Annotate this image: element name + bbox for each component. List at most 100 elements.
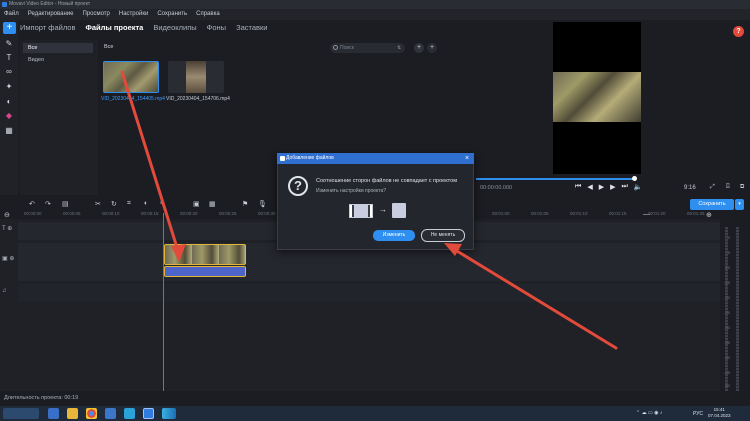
language-indicator[interactable]: РУС — [693, 411, 703, 417]
menu-settings[interactable]: Настройки — [119, 9, 148, 20]
target-aspect-icon — [392, 203, 406, 218]
tray-icons[interactable]: ⌃ ☁ ▭ ◉ ♪ — [636, 410, 662, 416]
audio-clip[interactable] — [164, 266, 246, 277]
meter-label: -5 — [726, 250, 730, 255]
file-item[interactable] — [168, 61, 224, 93]
skip-forward-icon[interactable]: ⏭ — [621, 183, 627, 191]
category-all[interactable]: Все — [23, 43, 93, 53]
app-icon[interactable] — [124, 408, 135, 419]
microphone-icon[interactable]: 🎙 — [258, 200, 267, 208]
ruler-tick: 00:01:20 — [648, 211, 666, 216]
file-item[interactable] — [103, 61, 159, 93]
tab-video-clips[interactable]: Видеоклипы — [153, 22, 196, 34]
playback-progress[interactable] — [476, 178, 634, 180]
explorer-icon[interactable] — [67, 408, 78, 419]
search-icon — [333, 45, 338, 50]
menu-help[interactable]: Справка — [196, 9, 220, 20]
marker-icon[interactable]: ⚑ — [242, 200, 248, 208]
ruler-tick: 00:01:25 — [687, 211, 705, 216]
start-widget[interactable] — [3, 408, 39, 419]
media-icon[interactable]: ▦ — [209, 200, 216, 208]
detach-icon[interactable]: ⧉ — [740, 184, 744, 191]
tab-intros[interactable]: Заставки — [236, 22, 267, 34]
play-icon[interactable]: ▶ — [599, 183, 604, 191]
more-tools-icon[interactable]: ▦ — [4, 126, 14, 136]
progress-knob[interactable] — [632, 176, 637, 181]
video-editor-taskbar-icon[interactable] — [143, 408, 154, 419]
chrome-icon[interactable] — [86, 408, 97, 419]
ruler-tick: 00:00:20 — [180, 211, 198, 216]
menu-edit[interactable]: Редактирование — [28, 9, 74, 20]
dialog-question: Изменить настройки проекта? — [316, 188, 387, 194]
search-input[interactable]: Поиск — [330, 43, 405, 53]
crop-icon[interactable]: ⌗ — [127, 200, 131, 208]
status-bar: Длительность проекта: 00:19 — [0, 391, 750, 406]
dialog-app-icon — [280, 156, 285, 161]
help-button[interactable]: ? — [733, 26, 744, 37]
step-back-icon[interactable]: ◀ — [587, 183, 592, 191]
change-settings-button[interactable]: Изменить — [373, 230, 415, 241]
clock[interactable]: 15:41 07.04.2023 — [708, 407, 731, 419]
filter-icon[interactable]: ⇅ — [397, 45, 401, 51]
dialog-close-icon[interactable]: × — [462, 153, 472, 164]
menu-save[interactable]: Сохранить — [157, 9, 187, 20]
text-track-icon[interactable]: T ⊕ — [2, 225, 12, 232]
music-track-icon[interactable]: ♫ — [2, 288, 7, 294]
delete-icon[interactable]: ▤ — [62, 200, 69, 208]
cut-icon[interactable]: ✂ — [95, 200, 101, 208]
video-track-icon[interactable]: ▣ ⊕ — [2, 255, 14, 262]
question-icon: ? — [288, 176, 308, 196]
audio-track[interactable] — [18, 284, 720, 302]
category-panel: Все Видео — [20, 40, 98, 195]
clip-properties-icon[interactable]: ▣ — [193, 200, 200, 208]
tab-project-files[interactable]: Файлы проекта — [85, 22, 143, 34]
tab-import[interactable]: Импорт файлов — [20, 22, 75, 34]
color-icon[interactable]: ◐ — [144, 200, 148, 207]
add-folder-button[interactable]: + — [414, 43, 424, 53]
ruler-tick: 00:00:25 — [219, 211, 237, 216]
add-media-button[interactable]: + — [3, 22, 16, 34]
skip-back-icon[interactable]: ⏮ — [575, 183, 581, 191]
menu-view[interactable]: Просмотр — [82, 9, 109, 20]
step-forward-icon[interactable]: ▶ — [610, 183, 615, 191]
playhead[interactable] — [163, 213, 164, 391]
meter-label: -50 — [724, 383, 730, 388]
file-thumbnail[interactable] — [168, 61, 224, 93]
text-icon[interactable]: T — [4, 53, 14, 63]
pen-icon[interactable]: ✎ — [4, 39, 14, 49]
redo-icon[interactable]: ↷ — [45, 200, 51, 208]
zoom-out-icon[interactable]: ⊖ — [4, 211, 10, 219]
volume-icon[interactable]: 🔈 — [634, 183, 643, 191]
aspect-ratio-select[interactable]: 9:16 — [684, 185, 696, 191]
rotate-icon[interactable]: ↻ — [111, 200, 117, 208]
keep-settings-button[interactable]: Не менять — [421, 229, 465, 242]
stickers-icon[interactable]: ◆ — [4, 111, 14, 121]
tab-backgrounds[interactable]: Фоны — [207, 22, 226, 34]
undo-icon[interactable]: ↶ — [29, 200, 35, 208]
media-tabs: Импорт файлов Файлы проекта Видеоклипы Ф… — [20, 22, 268, 34]
file-thumbnail[interactable] — [103, 61, 159, 93]
menu-file[interactable]: Файл — [4, 9, 19, 20]
save-button[interactable]: Сохранить — [690, 199, 734, 210]
snapshot-icon[interactable]: ⌼ — [726, 184, 730, 191]
category-video[interactable]: Видео — [23, 55, 93, 65]
filter-icon[interactable]: ◐ — [4, 97, 14, 107]
video-clip[interactable] — [164, 244, 246, 265]
word-icon[interactable] — [105, 408, 116, 419]
ruler-tick: 00:00:00 — [24, 211, 42, 216]
meter-label: -15 — [724, 280, 730, 285]
meter-label: -30 — [724, 325, 730, 330]
browser-icon[interactable] — [162, 408, 176, 419]
save-options-icon[interactable]: ▾ — [735, 199, 744, 210]
ruler-tick: 00:01:15 — [609, 211, 627, 216]
fullscreen-icon[interactable]: ⤢ — [710, 184, 715, 191]
transition-icon[interactable]: ∞ — [4, 67, 14, 77]
preview-frame — [553, 72, 641, 122]
clock-date: 07.04.2023 — [708, 413, 731, 418]
meter-bar-right — [736, 227, 739, 391]
windows-start-icon[interactable] — [48, 408, 59, 419]
adjust-icon[interactable]: ≡ — [160, 200, 164, 207]
magic-wand-icon[interactable]: ✦ — [4, 82, 14, 92]
meter-label: -45 — [724, 370, 730, 375]
add-file-button[interactable]: + — [427, 43, 437, 53]
